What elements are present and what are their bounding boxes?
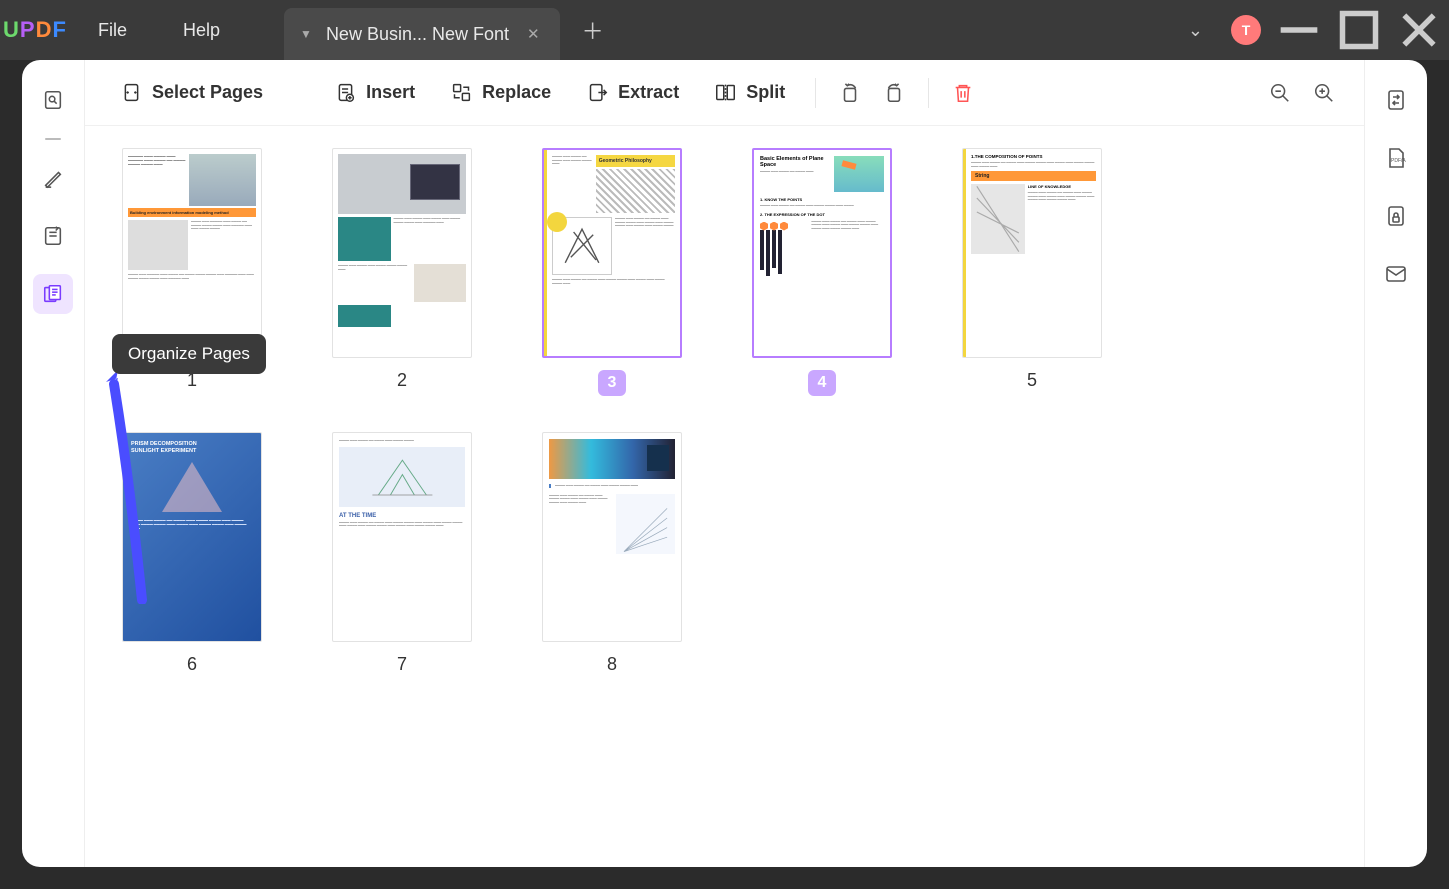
page-number: 6: [187, 654, 197, 675]
extract-label: Extract: [618, 82, 679, 103]
divider: [45, 138, 61, 140]
divider: [815, 78, 816, 108]
chevron-down-icon[interactable]: ⌄: [1176, 14, 1215, 47]
split-button[interactable]: Split: [701, 74, 799, 111]
new-tab-button[interactable]: ＋: [582, 14, 604, 46]
share-tool[interactable]: [1376, 254, 1416, 294]
menu-file[interactable]: File: [70, 0, 155, 60]
pages-grid: ▬▬▬▬▬ ▬▬▬ ▬▬▬▬ ▬▬▬ ▬▬▬▬▬ ▬▬▬ ▬▬▬▬ ▬▬ ▬▬▬…: [85, 126, 1364, 867]
page-item: ▬▬▬▬ ▬▬▬ ▬▬▬▬ ▬▬▬ ▬▬▬▬ ▬▬▬ ▬▬▬▬ ▬▬▬▬ ▬▬▬…: [327, 148, 477, 396]
insert-label: Insert: [366, 82, 415, 103]
app-logo: UPDF: [0, 0, 70, 60]
page-item: ▬▬▬▬ ▬▬▬ ▬▬▬▬ ▬▬ ▬▬▬▬ ▬▬▬ ▬▬▬▬ ▬▬▬▬ ▬▬▬ …: [537, 148, 687, 396]
page-thumbnail-1[interactable]: ▬▬▬▬▬ ▬▬▬ ▬▬▬▬ ▬▬▬ ▬▬▬▬▬ ▬▬▬ ▬▬▬▬ ▬▬ ▬▬▬…: [122, 148, 262, 358]
page-item: ▬▬▬▬ ▬▬▬ ▬▬▬▬ ▬▬ ▬▬▬▬ ▬▬▬ ▬▬▬▬ ▬▬▬▬ ▬▬▬ …: [537, 432, 687, 675]
minimize-button[interactable]: [1277, 12, 1321, 48]
split-label: Split: [746, 82, 785, 103]
thumb-caption: Building environment information modelin…: [128, 208, 256, 217]
convert-tool[interactable]: [1376, 80, 1416, 120]
rotate-left-button[interactable]: [832, 75, 868, 111]
thumb-badge: String: [971, 171, 1096, 181]
window-controls: ⌄ T: [1176, 0, 1441, 60]
workspace: Select Pages Insert Replace Extract Spli…: [22, 60, 1427, 867]
divider: [928, 78, 929, 108]
delete-button[interactable]: [945, 75, 981, 111]
protect-tool[interactable]: [1376, 196, 1416, 236]
page-thumbnail-5[interactable]: 1.THE COMPOSITION OF POINTS ▬▬▬▬ ▬▬▬ ▬▬▬…: [962, 148, 1102, 358]
thumb-sub: 2. THE EXPRESSION OF THE DOT: [760, 212, 884, 217]
svg-text:PDF/A: PDF/A: [1391, 158, 1406, 164]
close-button[interactable]: [1397, 12, 1441, 48]
page-number: 4: [808, 370, 836, 396]
organize-toolbar: Select Pages Insert Replace Extract Spli…: [85, 60, 1364, 126]
organize-pages-tool[interactable]: [33, 274, 73, 314]
zoom-out-button[interactable]: [1262, 75, 1298, 111]
tab-dropdown-icon[interactable]: ▼: [300, 27, 312, 41]
zoom-in-button[interactable]: [1306, 75, 1342, 111]
thumb-caption: AT THE TIME: [339, 513, 465, 519]
page-item: ▬▬▬▬ ▬▬▬ ▬▬▬▬ ▬▬ ▬▬▬▬ ▬▬▬ ▬▬▬▬ ▬▬▬▬ AT T…: [327, 432, 477, 675]
page-number: 7: [397, 654, 407, 675]
select-pages-button[interactable]: Select Pages: [107, 74, 277, 111]
left-toolbar: [22, 60, 84, 867]
page-number: 8: [607, 654, 617, 675]
page-item: 1.THE COMPOSITION OF POINTS ▬▬▬▬ ▬▬▬ ▬▬▬…: [957, 148, 1107, 396]
page-thumbnail-3[interactable]: ▬▬▬▬ ▬▬▬ ▬▬▬▬ ▬▬ ▬▬▬▬ ▬▬▬ ▬▬▬▬ ▬▬▬▬ ▬▬▬ …: [542, 148, 682, 358]
thumb-caption: 1.THE COMPOSITION OF POINTS: [971, 154, 1096, 159]
replace-button[interactable]: Replace: [437, 74, 565, 111]
replace-label: Replace: [482, 82, 551, 103]
title-bar: UPDF File Help ▼ New Busin... New Font ✕…: [0, 0, 1449, 60]
page-thumbnail-2[interactable]: ▬▬▬▬ ▬▬▬ ▬▬▬▬ ▬▬▬ ▬▬▬▬ ▬▬▬ ▬▬▬▬ ▬▬▬▬ ▬▬▬…: [332, 148, 472, 358]
insert-button[interactable]: Insert: [321, 74, 429, 111]
maximize-button[interactable]: [1337, 12, 1381, 48]
tooltip-organize-pages: Organize Pages: [112, 334, 266, 374]
annotation-arrow: [100, 364, 156, 609]
page-number: 5: [1027, 370, 1037, 391]
thumb-sub: LINE OF KNOWLEDGE: [1028, 184, 1096, 189]
page-thumbnail-4[interactable]: Basic Elements of Plane Space ▬▬▬▬ ▬▬▬ ▬…: [752, 148, 892, 358]
extract-button[interactable]: Extract: [573, 74, 693, 111]
user-avatar[interactable]: T: [1231, 15, 1261, 45]
thumbnails-tool[interactable]: [33, 80, 73, 120]
pdfa-tool[interactable]: PDF/A: [1376, 138, 1416, 178]
page-number: 3: [598, 370, 626, 396]
select-pages-label: Select Pages: [152, 82, 263, 103]
page-thumbnail-8[interactable]: ▬▬▬▬ ▬▬▬ ▬▬▬▬ ▬▬ ▬▬▬▬ ▬▬▬ ▬▬▬▬ ▬▬▬▬ ▬▬▬ …: [542, 432, 682, 642]
tab-title: New Busin... New Font: [326, 24, 509, 45]
thumb-caption: Basic Elements of Plane Space: [760, 156, 830, 168]
menu-help[interactable]: Help: [155, 0, 248, 60]
form-tool[interactable]: [33, 216, 73, 256]
document-tab[interactable]: ▼ New Busin... New Font ✕: [284, 8, 560, 60]
main-panel: Select Pages Insert Replace Extract Spli…: [84, 60, 1365, 867]
rotate-right-button[interactable]: [876, 75, 912, 111]
tab-close-icon[interactable]: ✕: [523, 25, 544, 43]
highlight-tool[interactable]: [33, 158, 73, 198]
page-number: 2: [397, 370, 407, 391]
right-toolbar: PDF/A: [1365, 60, 1427, 867]
thumb-caption: Geometric Philosophy: [596, 155, 675, 167]
page-thumbnail-7[interactable]: ▬▬▬▬ ▬▬▬ ▬▬▬▬ ▬▬ ▬▬▬▬ ▬▬▬ ▬▬▬▬ ▬▬▬▬ AT T…: [332, 432, 472, 642]
page-item: Basic Elements of Plane Space ▬▬▬▬ ▬▬▬ ▬…: [747, 148, 897, 396]
thumb-sub: 1. KNOW THE POINTS: [760, 197, 884, 202]
